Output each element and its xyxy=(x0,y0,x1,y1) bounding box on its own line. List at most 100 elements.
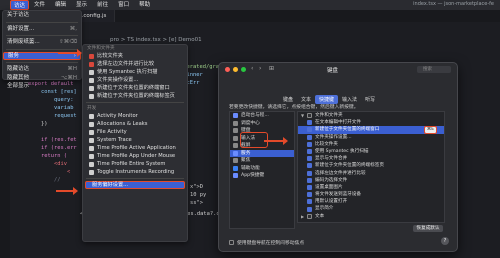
category-item[interactable]: 服务 xyxy=(230,149,294,157)
category-item[interactable]: 聚焦 xyxy=(230,157,294,165)
service-label: 选择左边文件并进行比较 xyxy=(97,61,155,67)
service-item[interactable]: 新建位于文件夹位置的终端窗口 xyxy=(83,84,187,92)
checkbox[interactable] xyxy=(307,192,312,198)
shortcut-item[interactable]: 用默认设置打开 xyxy=(298,198,444,205)
search-input[interactable]: 搜索 xyxy=(417,66,451,73)
checkbox[interactable] xyxy=(307,113,312,119)
service-item[interactable]: 新建位于文件夹位置的终端标签页 xyxy=(83,92,187,100)
category-item[interactable]: 调度中心 xyxy=(230,120,294,128)
restore-defaults-button[interactable]: 恢复成默认 xyxy=(413,225,443,232)
shortcut-item[interactable]: 将文件发送到蓝牙设备 xyxy=(298,191,444,198)
keyboard-preferences-window: ‹ › ⊞ 键盘 搜索 键盘 文本 快捷键 输入法 听写 若要更改快捷键，请选择它，点按… xyxy=(218,62,458,252)
service-label: 比较文件夹 xyxy=(97,53,123,59)
service-label: 服务偏好设置... xyxy=(92,182,129,188)
code-line: <div xyxy=(28,161,67,167)
menu-item[interactable]: 偏好设置... ⌘, xyxy=(3,25,81,34)
menu-item[interactable]: 全部显示 xyxy=(3,82,81,91)
menu-item[interactable]: 前往 xyxy=(92,0,113,10)
checkbox[interactable] xyxy=(307,170,312,176)
service-item[interactable]: Time Profile Active Application xyxy=(83,144,187,152)
checkbox[interactable] xyxy=(307,127,312,133)
service-item[interactable]: System Trace xyxy=(83,136,187,144)
close-button[interactable] xyxy=(225,67,230,72)
checkbox[interactable] xyxy=(307,213,312,219)
service-item[interactable]: Toggle Instruments Recording xyxy=(83,168,187,176)
forward-icon[interactable]: › xyxy=(259,66,266,72)
shortcut-item[interactable]: 编码为选择文件 xyxy=(298,177,444,184)
menu-item[interactable]: 关于访达 xyxy=(3,11,81,20)
hotkey-field[interactable]: ⌘E xyxy=(423,126,438,134)
menu-item[interactable]: 编辑 xyxy=(50,0,71,10)
menu-item[interactable]: 清倒废纸篓... ⇧⌘⌫ xyxy=(3,38,81,47)
service-item[interactable]: Time Profile Entire System xyxy=(83,160,187,168)
service-item[interactable]: Allocations & Leaks xyxy=(83,120,187,128)
checkbox[interactable] xyxy=(307,163,312,169)
category-label: 辅助功能 xyxy=(241,165,260,171)
help-button[interactable]: ? xyxy=(441,237,449,245)
window-titlebar: ‹ › ⊞ 键盘 搜索 xyxy=(219,63,457,77)
shortcut-item[interactable]: ▶ 文本 xyxy=(298,213,444,220)
category-item[interactable]: App快捷键 xyxy=(230,172,294,180)
service-icon xyxy=(89,153,94,159)
section-header: 开发 xyxy=(87,106,97,111)
keyboard-navigation-option[interactable]: 使用键盘导航在控制间移动焦点 xyxy=(229,239,304,246)
checkbox[interactable] xyxy=(307,156,312,162)
service-item[interactable]: 比较文件夹 xyxy=(83,52,187,60)
category-item[interactable]: 启动台与程... xyxy=(230,112,294,120)
checkbox[interactable] xyxy=(229,240,234,245)
service-item[interactable]: 使用 Symantec 执行扫描 xyxy=(83,68,187,76)
shortcut-label: 文本 xyxy=(315,213,325,219)
shortcut-category-list: 启动台与程... 调度中心 键盘 输入法 截屏 服务 聚焦 辅助功能 App快捷键 xyxy=(229,111,295,229)
menu-item[interactable]: 窗口 xyxy=(113,0,134,10)
checkbox[interactable] xyxy=(307,141,312,147)
service-item[interactable]: Activity Monitor xyxy=(83,112,187,120)
checkbox[interactable] xyxy=(307,184,312,190)
shortcut-item[interactable]: 显示简介 xyxy=(298,205,444,212)
menu-separator xyxy=(6,62,78,63)
menu-item[interactable]: 显示 xyxy=(71,0,92,10)
menu-separator xyxy=(86,178,184,179)
menu-item[interactable]: 隐藏其他 ⌥⌘H xyxy=(3,74,81,83)
service-item[interactable]: File Activity xyxy=(83,128,187,136)
code-line: if (res.fet xyxy=(28,137,77,143)
shortcut-label: 文件夹操作设置... xyxy=(315,134,352,140)
service-item[interactable]: 选择左边文件并进行比较 xyxy=(83,60,187,68)
shortcut-item[interactable]: 使用 Symantec 执行扫描 xyxy=(298,148,444,155)
menu-item[interactable]: 访达 xyxy=(10,0,30,10)
service-item[interactable]: Time Profile App Under Mouse xyxy=(83,152,187,160)
category-item[interactable]: 辅助功能 xyxy=(230,165,294,173)
checkbox[interactable] xyxy=(307,206,312,212)
shortcut-item[interactable]: 文件夹操作设置... xyxy=(298,134,444,141)
back-icon[interactable]: ‹ xyxy=(251,66,258,72)
shortcut-item[interactable]: 选择左边文件并进行比较 xyxy=(298,170,444,177)
checkbox[interactable] xyxy=(307,199,312,205)
checkbox[interactable] xyxy=(307,120,312,126)
checkbox[interactable] xyxy=(307,149,312,155)
minimize-button[interactable] xyxy=(233,67,238,72)
finder-app-menu: 关于访达 偏好设置... ⌘, 清倒废纸篓... ⇧⌘⌫ 服务 › 隐藏访达 ⌘H 隐藏其他 ⌥⌘H… xyxy=(2,10,82,89)
shortcut-item[interactable]: 设置桌面图片 xyxy=(298,184,444,191)
service-label: Activity Monitor xyxy=(97,113,138,119)
shortcut-item[interactable]: 在文本编辑中打开文件 xyxy=(298,119,444,126)
shortcut-label: 设置桌面图片 xyxy=(315,184,343,190)
zoom-button[interactable] xyxy=(241,67,246,72)
service-icon xyxy=(89,53,94,59)
shortcut-item[interactable]: 显示与文件合并 xyxy=(298,155,444,162)
grid-icon[interactable]: ⊞ xyxy=(269,66,276,72)
service-item[interactable]: 文件夹操作设置... xyxy=(83,76,187,84)
prefs-tab[interactable]: 听写 xyxy=(361,95,379,104)
shortcut-item[interactable]: 新建位于文件夹位置的终端标签页 xyxy=(298,162,444,169)
service-icon xyxy=(89,93,94,99)
menu-item[interactable]: 帮助 xyxy=(134,0,155,10)
shortcut-item[interactable]: 比较文件夹 xyxy=(298,141,444,148)
shortcut-item[interactable]: ▼ 文件和文件夹 xyxy=(298,112,444,119)
checkbox[interactable] xyxy=(307,177,312,183)
services-settings-item[interactable]: 服务偏好设置... xyxy=(85,181,185,189)
service-label: System Trace xyxy=(97,137,132,143)
checkbox[interactable] xyxy=(307,134,312,140)
shortcut-item[interactable]: 新建位于文件夹位置的终端窗口 ⌘E xyxy=(298,126,444,134)
menu-item[interactable]: 隐藏访达 ⌘H xyxy=(3,65,81,74)
service-icon xyxy=(89,69,94,75)
menu-item[interactable]: 文件 xyxy=(29,0,50,10)
